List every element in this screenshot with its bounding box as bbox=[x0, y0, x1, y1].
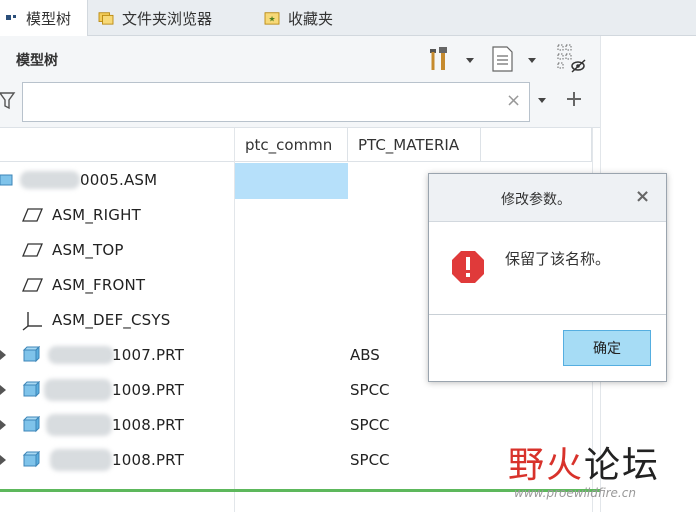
part-icon bbox=[22, 416, 40, 433]
filter-dropdown-caret[interactable] bbox=[538, 98, 546, 103]
model-tree-toolbar: 模型树 bbox=[0, 36, 600, 80]
column-header-tree bbox=[0, 128, 235, 162]
panel-title: 模型树 bbox=[16, 53, 58, 69]
add-icon[interactable] bbox=[566, 91, 582, 107]
clear-filter-icon[interactable]: × bbox=[506, 90, 521, 111]
tab-label: 模型树 bbox=[26, 10, 72, 28]
column-header-ptc-material[interactable]: PTC_MATERIA bbox=[348, 128, 481, 162]
datum-plane-icon bbox=[22, 243, 43, 257]
filter-icon[interactable] bbox=[0, 92, 16, 110]
ok-button[interactable]: 确定 bbox=[563, 330, 651, 366]
tree-row-name: ASM_FRONT bbox=[52, 276, 146, 294]
dialog-header: 修改参数。 × bbox=[429, 174, 666, 222]
show-list-icon[interactable] bbox=[490, 44, 516, 74]
column-visibility-icon[interactable] bbox=[556, 42, 588, 74]
tree-row-name: 1008.PRT bbox=[112, 416, 185, 434]
coordinate-system-icon bbox=[22, 312, 42, 331]
part-icon bbox=[22, 381, 40, 398]
tree-row-name: 0005.ASM bbox=[80, 171, 158, 189]
watermark: 野火论坛 www.proewildfire.cn bbox=[508, 426, 696, 506]
filter-input[interactable] bbox=[22, 82, 530, 122]
favorites-icon: ★ bbox=[264, 12, 280, 25]
redacted-name bbox=[48, 346, 114, 364]
tab-model-tree[interactable]: 模型树 bbox=[0, 0, 88, 37]
watermark-url: www.proewildfire.cn bbox=[514, 486, 636, 500]
expand-arrow-icon[interactable] bbox=[0, 350, 6, 360]
tree-row-material: SPCC bbox=[350, 416, 390, 434]
tree-row-material: SPCC bbox=[350, 381, 390, 399]
tab-label: 文件夹浏览器 bbox=[122, 9, 213, 28]
settings-tools-icon[interactable] bbox=[426, 44, 456, 74]
tree-row-name: 1009.PRT bbox=[112, 381, 185, 399]
datum-plane-icon bbox=[22, 208, 43, 222]
part-icon bbox=[22, 451, 40, 468]
tree-icon bbox=[6, 14, 16, 20]
column-header-label: PTC_MATERIA bbox=[358, 135, 460, 154]
tab-label: 收藏夹 bbox=[288, 9, 334, 28]
redacted-name bbox=[20, 171, 80, 189]
close-icon[interactable]: × bbox=[635, 186, 650, 207]
tree-row-name: ASM_DEF_CSYS bbox=[52, 311, 171, 329]
redacted-name bbox=[46, 414, 112, 436]
expand-arrow-icon[interactable] bbox=[0, 455, 6, 465]
tree-row-name: ASM_RIGHT bbox=[52, 206, 141, 224]
tree-row-material: SPCC bbox=[350, 451, 390, 469]
part-icon bbox=[22, 346, 40, 363]
watermark-logo-text: 野火论坛 bbox=[508, 445, 661, 486]
tree-row-name: 1007.PRT bbox=[112, 346, 185, 364]
error-icon bbox=[452, 251, 484, 283]
tab-folder-browser[interactable]: 文件夹浏览器 bbox=[98, 0, 258, 36]
expand-arrow-icon[interactable] bbox=[0, 420, 6, 430]
column-header-empty bbox=[481, 128, 592, 162]
svg-text:★: ★ bbox=[268, 15, 275, 24]
dialog-separator bbox=[429, 314, 666, 315]
redacted-name bbox=[50, 449, 112, 471]
show-dropdown-caret[interactable] bbox=[528, 58, 536, 63]
column-header-label: ptc_commn bbox=[245, 135, 333, 154]
column-header-ptc-common-name[interactable]: ptc_commn bbox=[235, 128, 348, 162]
dialog-title: 修改参数。 bbox=[501, 192, 571, 208]
folder-browser-icon bbox=[98, 12, 114, 25]
tree-row-name: 1008.PRT bbox=[112, 451, 185, 469]
datum-plane-icon bbox=[22, 278, 43, 292]
tab-favorites[interactable]: ★ 收藏夹 bbox=[264, 0, 384, 36]
assembly-icon bbox=[0, 174, 13, 186]
tree-row-name: ASM_TOP bbox=[52, 241, 124, 259]
tools-dropdown-caret[interactable] bbox=[466, 58, 474, 63]
expand-arrow-icon[interactable] bbox=[0, 385, 6, 395]
tree-row-material: ABS bbox=[350, 346, 380, 364]
filter-row: × bbox=[0, 80, 600, 128]
dialog-message: 保留了该名称。 bbox=[505, 250, 611, 268]
tab-bar: 模型树 文件夹浏览器 ★ 收藏夹 bbox=[0, 0, 696, 37]
redacted-name bbox=[44, 379, 112, 401]
modify-parameter-dialog: 修改参数。 × 保留了该名称。 确定 bbox=[428, 173, 667, 382]
